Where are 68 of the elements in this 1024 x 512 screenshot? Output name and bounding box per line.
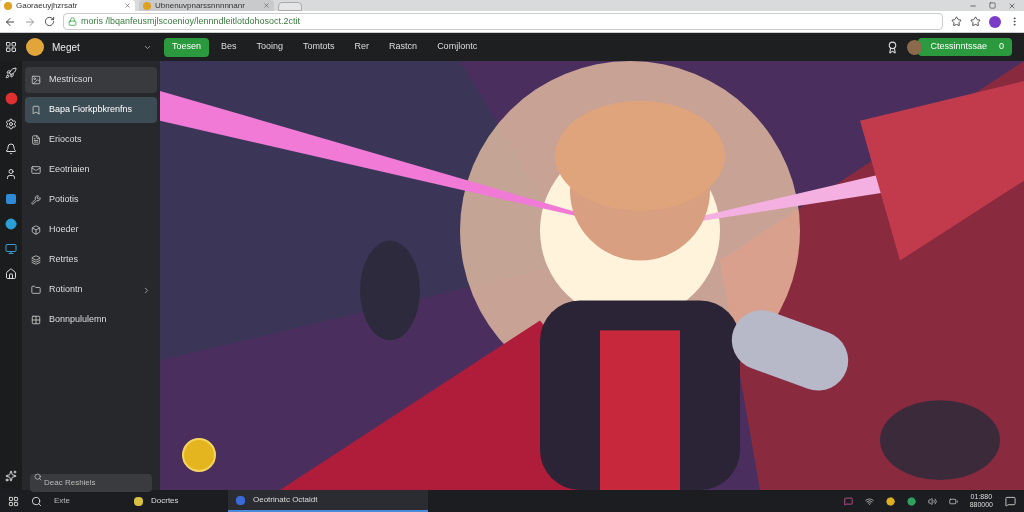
circle-icon[interactable] (5, 218, 17, 230)
profile-avatar[interactable] (989, 15, 1001, 28)
notification-icon[interactable] (1005, 495, 1016, 507)
start-icon[interactable] (8, 495, 19, 507)
coin-icon[interactable] (885, 496, 895, 506)
item-icon (31, 195, 41, 205)
battery-icon[interactable] (948, 496, 958, 506)
record-icon[interactable] (4, 92, 18, 105)
item-icon (31, 225, 41, 235)
item-icon (31, 165, 41, 175)
grid-icon[interactable] (5, 41, 17, 53)
search-icon[interactable] (31, 495, 42, 507)
rocket-icon[interactable] (5, 67, 17, 79)
nav-tab[interactable]: Comjlontc (429, 37, 486, 57)
sidebar-item[interactable]: Eeotriaien (25, 157, 157, 183)
item-icon (31, 135, 41, 145)
item-icon (31, 105, 41, 115)
star-icon[interactable] (970, 16, 981, 27)
sidebar-item[interactable]: Mestricson (25, 67, 157, 93)
nav-tab[interactable]: Rastcn (381, 37, 426, 57)
nav-tab[interactable]: Toesen (164, 37, 210, 57)
nav-tab[interactable]: Tomtots (295, 37, 343, 57)
browser-tab[interactable]: Gaoraeuyjhzrsatr (0, 0, 135, 11)
maximize-icon[interactable] (989, 2, 996, 9)
search-label[interactable]: Exte (54, 495, 114, 507)
sidebar-item[interactable]: Rotiontn (25, 277, 157, 303)
lock-icon (68, 17, 77, 26)
item-icon (31, 315, 41, 325)
settings-icon[interactable] (5, 118, 17, 130)
bell-icon[interactable] (5, 143, 17, 155)
item-icon (31, 255, 41, 265)
home-icon[interactable] (5, 268, 17, 280)
search-icon (34, 473, 42, 481)
item-icon (31, 285, 41, 295)
back-icon[interactable] (4, 15, 16, 28)
square-icon[interactable] (5, 193, 17, 205)
status-icon[interactable] (906, 496, 916, 506)
sparkle-icon[interactable] (5, 470, 17, 482)
chat-icon[interactable] (843, 496, 853, 506)
sidebar-item[interactable]: Hoeder (25, 217, 157, 243)
monitor-icon[interactable] (5, 243, 17, 255)
sidebar-item[interactable]: Eriocots (25, 127, 157, 153)
nav-tab[interactable]: Bes (213, 37, 245, 57)
volume-icon[interactable] (927, 496, 937, 506)
chevron-icon (142, 285, 151, 295)
address-field[interactable]: moris /lbqanfeusmjlscoenioy/lennndleitlotdohosoct.2ctit (63, 13, 943, 30)
close-icon[interactable] (1008, 1, 1016, 10)
reload-icon[interactable] (44, 16, 55, 27)
user-button[interactable]: Ctessinntssae 0 (918, 38, 1012, 56)
sidebar-item[interactable]: Bonnpululemn (25, 307, 157, 333)
browser-tab[interactable]: Ubnenuvpnarssnnnnnanr (139, 0, 274, 11)
taskbar-app[interactable]: Docrtes (126, 490, 216, 512)
wifi-icon[interactable] (864, 496, 874, 506)
close-icon[interactable] (124, 2, 131, 9)
taskbar-app[interactable]: Oeotrinatc Octaldt (228, 490, 428, 512)
sidebar-item[interactable]: Potiotis (25, 187, 157, 213)
brand-logo (26, 38, 44, 56)
user-icon[interactable] (5, 168, 17, 180)
nav-tab[interactable]: Rer (346, 37, 378, 57)
search-field[interactable]: Deac Reshiels (30, 473, 152, 492)
nav-tab[interactable]: Tooing (248, 37, 292, 57)
sidebar-item[interactable]: Retrtes (25, 247, 157, 273)
sidebar-item[interactable]: Bapa Fiorkpbkrenfns (25, 97, 157, 123)
item-icon (31, 75, 41, 85)
star-icon[interactable] (951, 16, 962, 27)
brand-name: Meget (52, 40, 81, 55)
favicon-icon (143, 1, 151, 10)
favicon-icon (4, 1, 12, 10)
